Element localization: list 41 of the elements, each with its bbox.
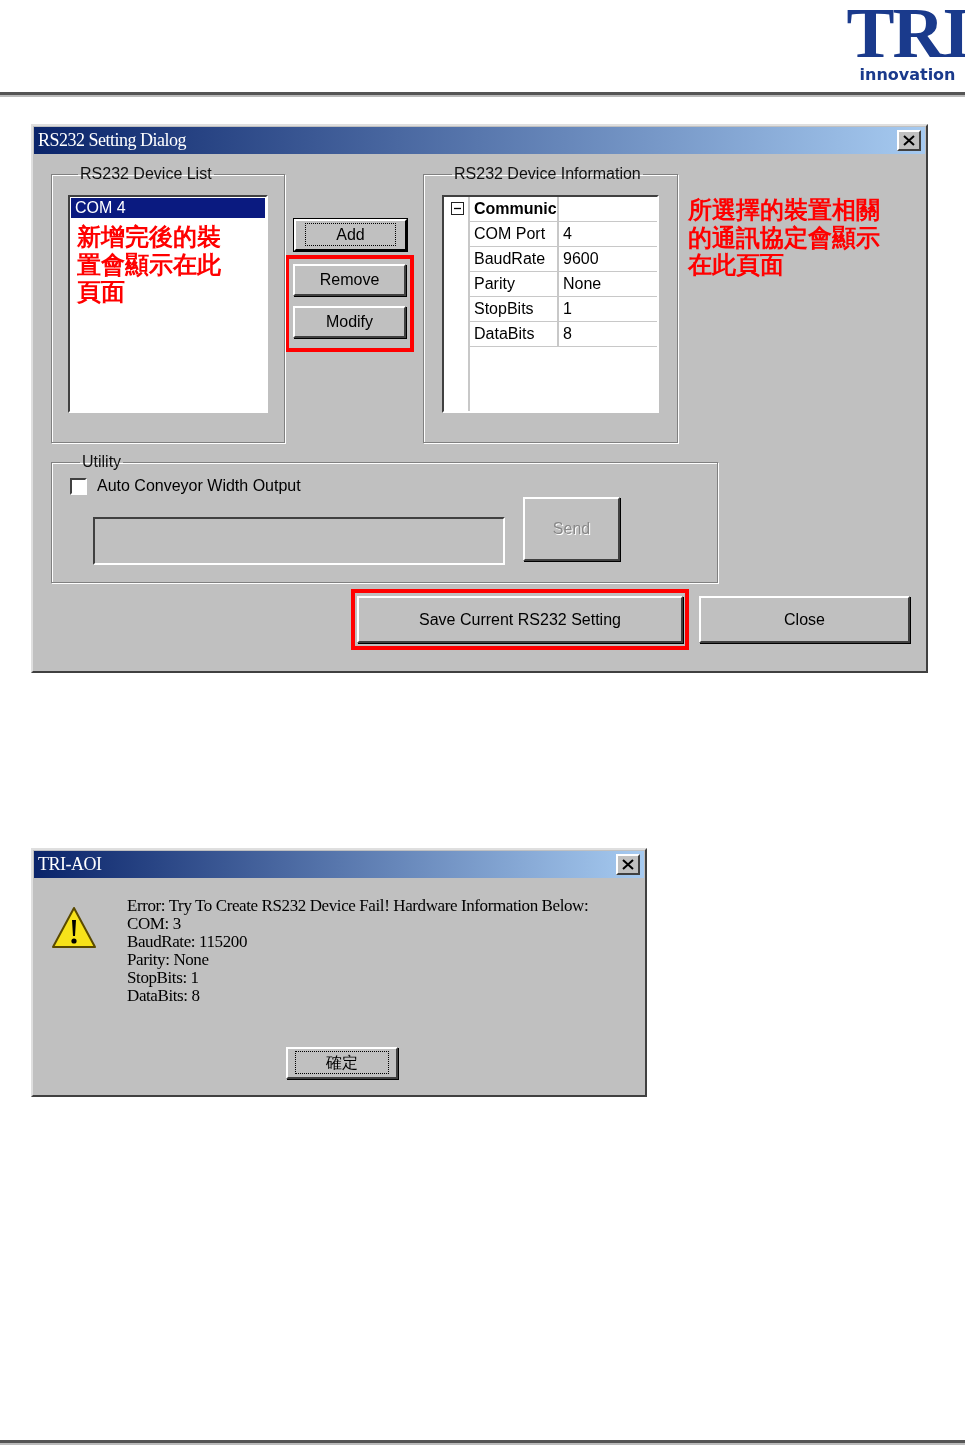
checkbox-label: Auto Conveyor Width Output [97, 477, 301, 495]
collapse-icon[interactable] [451, 202, 464, 215]
property-value: 8 [562, 325, 572, 343]
window-title: TRI-AOI [38, 854, 102, 875]
checkbox[interactable] [70, 477, 87, 495]
message-line: StopBits: 1 [127, 969, 200, 987]
property-value: None [562, 275, 602, 293]
annotation-text: 新增完後的裝置會顯示在此頁面 [76, 222, 222, 309]
close-icon [622, 859, 634, 870]
message-line: Error: Try To Create RS232 Device Fail! Hardware Information Below: [127, 897, 589, 915]
message-line: BaudRate: 115200 [127, 933, 248, 951]
list-button[interactable]: Modify [293, 306, 406, 338]
group-label: RS232 Device Information [453, 165, 642, 183]
device-list[interactable]: COM 4 新增完後的裝置會顯示在此頁面 [68, 195, 268, 413]
property-name: Parity [470, 272, 559, 296]
ok-button[interactable]: 確定 [286, 1047, 398, 1079]
close-button[interactable]: Close [699, 596, 910, 643]
message-line: COM: 3 [127, 915, 181, 933]
property-name: StopBits [470, 297, 559, 321]
message-line: Parity: None [127, 951, 210, 969]
message-line: DataBits: 8 [127, 987, 201, 1005]
close-button[interactable] [897, 130, 921, 151]
save-button[interactable]: Save Current RS232 Setting [357, 596, 683, 643]
close-button[interactable] [616, 854, 640, 875]
property-name: BaudRate [470, 247, 559, 271]
property-value: 1 [562, 300, 572, 318]
list-button[interactable]: Remove [293, 264, 406, 296]
logo-subtext: innovation [859, 66, 956, 84]
category-label: Communic [470, 197, 559, 221]
annotation-text: 所選擇的裝置相關的通訊協定會顯示在此頁面 [686, 195, 881, 282]
group-label: RS232 Device List [79, 165, 213, 183]
close-icon [903, 135, 915, 146]
property-name: DataBits [470, 322, 559, 346]
list-button[interactable]: Add [294, 219, 407, 251]
property-value: 9600 [562, 250, 599, 268]
list-item[interactable]: COM 4 [71, 198, 265, 218]
warning-icon [51, 905, 97, 951]
property-value: 4 [562, 225, 572, 243]
group-label: Utility [81, 453, 123, 471]
window-title: RS232 Setting Dialog [38, 130, 186, 151]
property-name: COM Port [470, 222, 559, 246]
